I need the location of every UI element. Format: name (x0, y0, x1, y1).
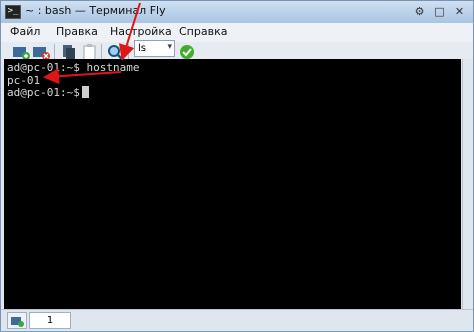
command-combo[interactable]: ls ▾ (134, 40, 175, 57)
menu-item-edit[interactable]: Правка (56, 25, 98, 38)
terminal-window: >_ ~ : bash — Терминал Fly ⚙ □ ✕ Файл Пр… (0, 0, 474, 331)
chevron-down-icon[interactable]: ▾ (167, 42, 172, 52)
title-bar[interactable]: >_ ~ : bash — Терминал Fly ⚙ □ ✕ (1, 1, 473, 24)
window-title: ~ : bash — Терминал Fly (25, 4, 166, 17)
new-tab-button[interactable] (7, 312, 27, 329)
tab-1[interactable]: 1 (29, 312, 71, 329)
terminal-line: ad@pc-01:~$ (7, 86, 87, 99)
close-icon[interactable]: ✕ (453, 5, 466, 18)
menu-item-file[interactable]: Файл (10, 25, 40, 38)
minimize-icon[interactable]: ⚙ (413, 5, 426, 18)
vertical-scrollbar[interactable] (462, 59, 473, 309)
tab-bar: 1 (1, 309, 473, 331)
terminal-output[interactable]: ad@pc-01:~$ hostname pc-01 ad@pc-01:~$ (4, 59, 461, 309)
toolbar-separator (128, 44, 129, 60)
maximize-icon[interactable]: □ (433, 5, 446, 18)
menu-item-settings[interactable]: Настройка (110, 25, 172, 38)
terminal-line: ad@pc-01:~$ hostname (7, 61, 140, 74)
terminal-app-icon: >_ (5, 5, 21, 19)
menu-item-help[interactable]: Справка (179, 25, 227, 38)
toolbar-separator (54, 44, 55, 60)
command-combo-value: ls (138, 43, 146, 54)
text-cursor (82, 86, 89, 98)
toolbar-separator (101, 44, 102, 60)
menu-bar: Файл Правка Настройка Справка (1, 23, 473, 42)
